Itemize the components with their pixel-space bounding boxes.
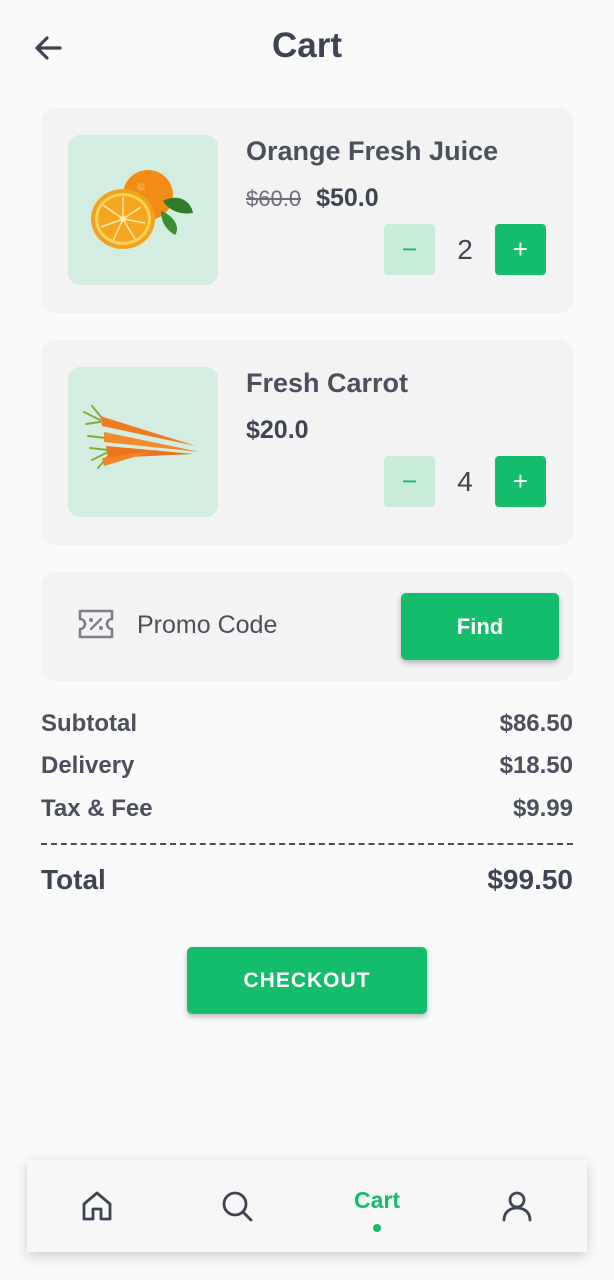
tax-value: $9.99 xyxy=(512,795,573,822)
cart-item: Fresh Carrot $20.0 − 4 + xyxy=(41,340,573,545)
delivery-label: Delivery xyxy=(41,752,135,779)
tax-label: Tax & Fee xyxy=(41,795,153,822)
subtotal-value: $86.50 xyxy=(499,710,573,737)
total-row: Total $99.50 xyxy=(41,864,573,896)
carrot-image xyxy=(68,367,218,517)
quantity-stepper: − 4 + xyxy=(384,456,546,507)
coupon-icon xyxy=(78,609,114,639)
total-value: $99.50 xyxy=(487,864,573,895)
bottom-navigation: Cart xyxy=(27,1160,587,1252)
item-name: Fresh Carrot xyxy=(246,368,409,398)
page-title: Cart xyxy=(271,26,343,65)
promo-code-label[interactable]: Promo Code xyxy=(137,611,277,640)
quantity-stepper: − 2 + xyxy=(384,224,546,275)
checkout-button[interactable]: CHECKOUT xyxy=(187,947,427,1014)
item-name: Orange Fresh Juice xyxy=(246,136,499,166)
search-icon xyxy=(222,1191,253,1222)
decrease-button[interactable]: − xyxy=(384,224,435,275)
orange-image xyxy=(68,135,218,285)
item-price: $20.0 xyxy=(246,416,309,444)
cart-item: Orange Fresh Juice $60.0 $50.0 − 2 + xyxy=(41,108,573,313)
promo-code-card: Promo Code Find xyxy=(41,572,573,681)
price-row: $60.0 $50.0 xyxy=(246,184,379,213)
quantity-value: 4 xyxy=(457,465,473,497)
old-price: $60.0 xyxy=(246,186,302,211)
nav-cart[interactable]: Cart xyxy=(327,1160,427,1252)
subtotal-label: Subtotal xyxy=(41,710,137,737)
user-icon xyxy=(502,1191,532,1222)
home-icon xyxy=(82,1191,112,1221)
tax-row: Tax & Fee $9.99 xyxy=(41,795,573,823)
nav-home[interactable] xyxy=(47,1160,147,1252)
delivery-row: Delivery $18.50 xyxy=(41,752,573,780)
total-label: Total xyxy=(41,864,106,895)
nav-cart-label: Cart xyxy=(353,1186,400,1213)
item-price: $50.0 xyxy=(316,184,379,212)
increase-button[interactable]: + xyxy=(495,456,546,507)
find-button[interactable]: Find xyxy=(401,593,559,660)
header: Cart xyxy=(0,0,614,94)
nav-profile[interactable] xyxy=(467,1160,567,1252)
dashed-divider xyxy=(41,843,573,845)
quantity-value: 2 xyxy=(457,233,473,265)
delivery-value: $18.50 xyxy=(499,752,573,779)
increase-button[interactable]: + xyxy=(495,224,546,275)
active-indicator-dot xyxy=(373,1223,381,1232)
subtotal-row: Subtotal $86.50 xyxy=(41,710,573,738)
nav-search[interactable] xyxy=(187,1160,287,1252)
decrease-button[interactable]: − xyxy=(384,456,435,507)
price-row: $20.0 xyxy=(246,416,309,445)
